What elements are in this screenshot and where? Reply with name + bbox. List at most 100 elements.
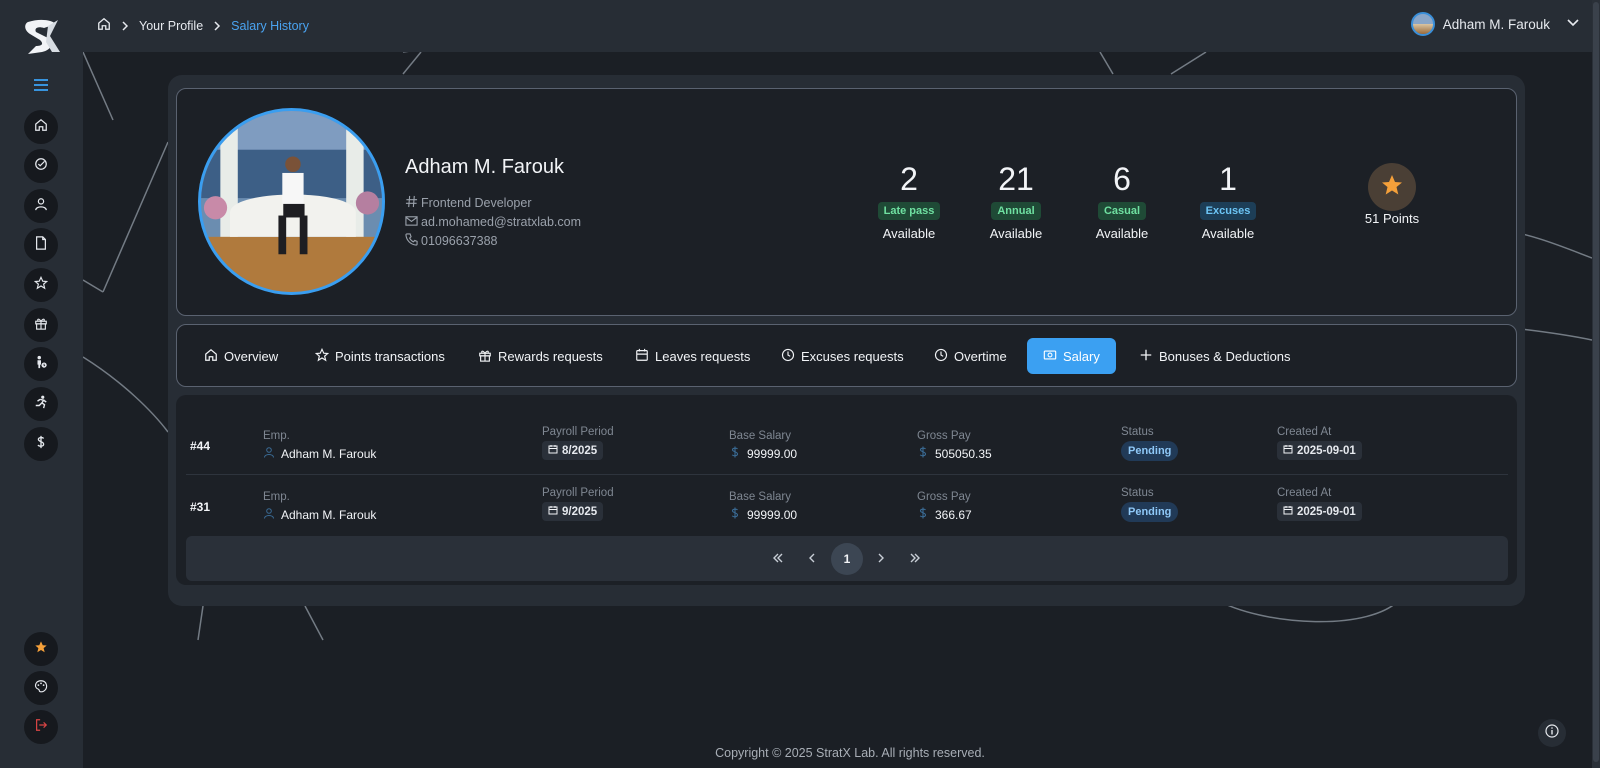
tab-salary[interactable]: Salary	[1027, 338, 1116, 374]
table-row[interactable]: #44 Emp. Adham M. Farouk Payroll Period …	[186, 420, 1508, 480]
theme-button[interactable]	[24, 671, 58, 705]
base-amount: 99999.00	[747, 446, 798, 461]
cell-label: Payroll Period	[542, 487, 614, 499]
points-label: 51 Points	[1364, 211, 1420, 226]
gross-cell: Gross Pay 505050.35	[917, 430, 992, 461]
nav-home[interactable]	[24, 110, 58, 144]
tab-label: Salary	[1063, 348, 1100, 364]
star-icon	[33, 275, 49, 295]
stat-badge: Annual	[991, 202, 1041, 220]
stat-value: 2	[900, 161, 918, 197]
gross-amount: 366.67	[935, 507, 972, 522]
profile-title: Frontend Developer	[405, 195, 531, 211]
star-icon	[34, 640, 48, 659]
cell-label: Emp.	[263, 491, 290, 503]
last-page-button[interactable]	[899, 543, 931, 575]
tab-label: Bonuses & Deductions	[1159, 348, 1291, 364]
nav-profile[interactable]	[24, 189, 58, 223]
user-icon	[263, 446, 275, 461]
stat-annual: 21 Annual Available	[971, 160, 1061, 241]
page-scrollbar[interactable]	[1592, 0, 1600, 768]
profile-title-text: Frontend Developer	[421, 196, 532, 210]
base-cell: Base Salary 99999.00	[729, 430, 797, 461]
info-button[interactable]	[1538, 719, 1566, 747]
page-1-button[interactable]: 1	[831, 543, 863, 575]
tab-leaves-requests[interactable]: Leaves requests	[635, 338, 750, 374]
nav-excuses[interactable]	[24, 387, 58, 421]
tab-points-transactions[interactable]: Points transactions	[314, 338, 445, 374]
chevrons-left-icon	[772, 552, 784, 567]
stratx-logo[interactable]	[22, 16, 62, 56]
chevron-down-icon	[1566, 16, 1580, 33]
nav-rewards[interactable]	[24, 308, 58, 342]
dollar-icon	[729, 507, 741, 522]
tab-bonuses-deductions[interactable]: Bonuses & Deductions	[1139, 338, 1291, 374]
period-value: 9/2025	[562, 505, 598, 518]
chevron-right-icon	[211, 20, 223, 32]
base-value: 99999.00	[729, 446, 797, 461]
row-id: #44	[190, 439, 211, 453]
cell-label: Created At	[1277, 426, 1332, 438]
emp-name: Adham M. Farouk	[281, 446, 377, 461]
mail-icon	[405, 214, 418, 230]
calendar-icon	[548, 444, 558, 457]
emp-cell: Emp. Adham M. Farouk	[263, 491, 376, 522]
tab-label: Overtime	[954, 348, 1007, 364]
tab-overtime[interactable]: Overtime	[934, 338, 1007, 374]
star-icon	[314, 347, 330, 365]
status-badge: Pending	[1121, 502, 1179, 522]
tab-label: Excuses requests	[801, 348, 904, 364]
user-icon	[263, 507, 275, 522]
user-menu[interactable]: Adham M. Farouk	[1410, 12, 1580, 36]
info-icon	[1545, 723, 1559, 743]
logout-button[interactable]	[24, 710, 58, 744]
home-icon[interactable]	[97, 17, 111, 34]
cell-label: Status	[1121, 487, 1154, 499]
profile-phone-text: 01096637388	[421, 234, 498, 248]
money-icon	[1043, 348, 1057, 365]
created-value: 2025-09-01	[1297, 444, 1356, 457]
clock-icon	[781, 348, 795, 365]
breadcrumb-your-profile[interactable]: Your Profile	[139, 19, 203, 33]
palette-icon	[34, 679, 48, 698]
nav-salary[interactable]	[24, 427, 58, 461]
calendar-icon	[635, 348, 649, 365]
menu-toggle-icon[interactable]	[32, 76, 50, 94]
check-circle-icon	[34, 157, 48, 176]
points-star	[1368, 163, 1416, 211]
next-page-button[interactable]	[865, 543, 897, 575]
row-divider	[186, 474, 1508, 475]
favorites-button[interactable]	[24, 632, 58, 666]
clock-icon	[934, 348, 948, 365]
first-page-button[interactable]	[762, 543, 794, 575]
cell-label: Base Salary	[729, 491, 792, 503]
calendar-icon	[1283, 505, 1293, 518]
chevron-right-icon	[875, 552, 887, 567]
stat-badge: Excuses	[1199, 202, 1257, 220]
nav-documents[interactable]	[24, 228, 58, 262]
created-chip: 2025-09-01	[1277, 441, 1362, 460]
nav-points[interactable]	[24, 268, 58, 302]
status-badge: Pending	[1121, 441, 1179, 461]
dollar-icon	[917, 446, 929, 461]
tab-overview[interactable]: Overview	[204, 338, 278, 374]
profile-email: ad.mohamed@stratxlab.com	[405, 214, 581, 230]
period-cell: Payroll Period 9/2025	[542, 487, 614, 521]
profile-photo	[198, 108, 385, 295]
emp-value: Adham M. Farouk	[263, 446, 376, 461]
leave-icon	[34, 355, 48, 374]
period-chip: 9/2025	[542, 502, 604, 521]
prev-page-button[interactable]	[796, 543, 828, 575]
plus-icon	[1139, 348, 1153, 365]
dollar-icon	[729, 446, 741, 461]
nav-leaves[interactable]	[24, 347, 58, 381]
tab-excuses-requests[interactable]: Excuses requests	[781, 338, 904, 374]
nav-tasks[interactable]	[24, 149, 58, 183]
tab-rewards-requests[interactable]: Rewards requests	[478, 338, 603, 374]
phone-icon	[405, 233, 418, 249]
stat-value: 6	[1113, 161, 1131, 197]
calendar-icon	[1283, 444, 1293, 457]
user-icon	[34, 197, 48, 216]
stat-value: 21	[998, 161, 1034, 197]
table-row[interactable]: #31 Emp. Adham M. Farouk Payroll Period …	[186, 481, 1508, 541]
